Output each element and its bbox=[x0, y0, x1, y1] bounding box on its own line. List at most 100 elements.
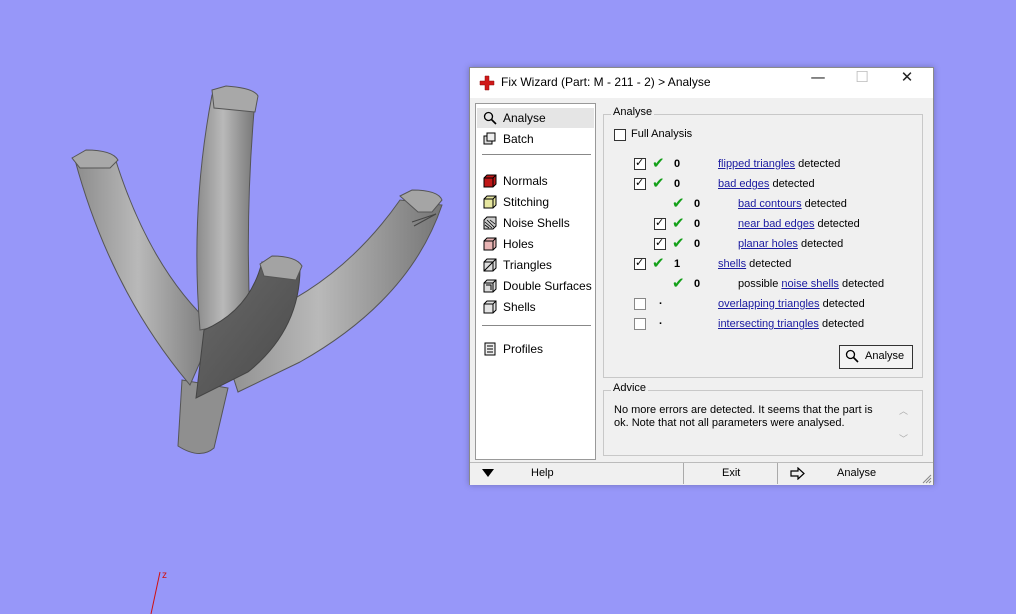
shells-cube-icon bbox=[483, 300, 497, 314]
row-count: 1 bbox=[674, 258, 681, 270]
sidebar-item-batch[interactable]: Batch bbox=[477, 129, 594, 149]
holes-cube-icon bbox=[483, 237, 497, 251]
full-analysis-checkbox[interactable] bbox=[614, 129, 626, 141]
exit-button[interactable]: Exit bbox=[683, 463, 777, 484]
row-count: . bbox=[659, 315, 663, 327]
check-icon: ✔ bbox=[652, 154, 665, 172]
row-flipped-triangles: flipped triangles detected bbox=[718, 158, 841, 170]
check-icon: ✔ bbox=[672, 274, 685, 292]
z-axis-label: z bbox=[162, 570, 167, 581]
sidebar-separator bbox=[482, 325, 591, 326]
planar-holes-checkbox[interactable] bbox=[654, 236, 666, 250]
title-bar[interactable]: Fix Wizard (Part: M - 211 - 2) > Analyse… bbox=[470, 68, 933, 98]
row-count: 0 bbox=[674, 178, 681, 190]
analyse-bottom-button[interactable]: Analyse bbox=[777, 463, 913, 484]
part-model bbox=[71, 85, 443, 454]
sidebar-item-label: Triangles bbox=[503, 258, 552, 272]
check-icon: ✔ bbox=[672, 214, 685, 232]
row-count: 0 bbox=[674, 158, 681, 170]
row-intersecting-triangles: intersecting triangles detected bbox=[718, 318, 865, 330]
window-title: Fix Wizard (Part: M - 211 - 2) > Analyse bbox=[501, 75, 711, 89]
sidebar: Analyse Batch Normals Stitching Noise Sh… bbox=[475, 103, 596, 460]
full-analysis-label: Full Analysis bbox=[631, 128, 693, 140]
sidebar-item-profiles[interactable]: Profiles bbox=[477, 339, 594, 359]
row-bad-edges: bad edges detected bbox=[718, 178, 815, 190]
fix-wizard-window: Fix Wizard (Part: M - 211 - 2) > Analyse… bbox=[469, 67, 934, 485]
row-planar-holes: planar holes detected bbox=[738, 238, 844, 250]
overlapping-triangles-link[interactable]: overlapping triangles bbox=[718, 298, 820, 310]
check-icon: ✔ bbox=[672, 194, 685, 212]
double-surfaces-icon bbox=[483, 279, 497, 293]
row-overlapping-triangles: overlapping triangles detected bbox=[718, 298, 865, 310]
resize-grip-icon[interactable] bbox=[922, 474, 932, 484]
z-axis bbox=[150, 571, 161, 614]
intersecting-triangles-checkbox[interactable] bbox=[634, 318, 646, 330]
advice-legend: Advice bbox=[611, 382, 649, 394]
sidebar-item-stitching[interactable]: Stitching bbox=[477, 192, 594, 212]
near-bad-edges-checkbox[interactable] bbox=[654, 216, 666, 230]
row-noise-shells: possible noise shells detected bbox=[738, 278, 885, 290]
sidebar-item-label: Profiles bbox=[503, 342, 544, 356]
row-count: 0 bbox=[694, 278, 701, 290]
analyse-bottom-label: Analyse bbox=[837, 467, 877, 479]
advice-group: Advice No more errors are detected. It s… bbox=[603, 382, 923, 456]
row-count: 0 bbox=[694, 238, 701, 250]
analyse-button-label: Analyse bbox=[865, 350, 905, 362]
maximize-button[interactable]: ☐ bbox=[840, 68, 884, 98]
sidebar-item-label: Holes bbox=[503, 237, 534, 251]
bad-contours-link[interactable]: bad contours bbox=[738, 198, 802, 210]
sidebar-item-noise-shells[interactable]: Noise Shells bbox=[477, 213, 594, 233]
scroll-down-arrow-icon[interactable]: ﹀ bbox=[899, 432, 908, 445]
scroll-up-arrow-icon[interactable]: ︿ bbox=[899, 404, 908, 417]
sidebar-item-triangles[interactable]: Triangles bbox=[477, 255, 594, 275]
row-shells: shells detected bbox=[718, 258, 792, 270]
exit-label: Exit bbox=[722, 467, 741, 479]
normals-cube-icon bbox=[483, 174, 497, 188]
row-count: . bbox=[659, 295, 663, 307]
sidebar-item-label: Normals bbox=[503, 174, 548, 188]
analyse-button[interactable]: Analyse bbox=[839, 345, 913, 369]
bad-edges-checkbox[interactable] bbox=[634, 176, 646, 190]
check-icon: ✔ bbox=[652, 254, 665, 272]
flipped-triangles-checkbox[interactable] bbox=[634, 156, 646, 170]
sidebar-item-label: Shells bbox=[503, 300, 536, 314]
red-cross-icon bbox=[479, 75, 495, 91]
analyse-legend: Analyse bbox=[611, 106, 655, 118]
profiles-icon bbox=[484, 342, 496, 356]
sidebar-item-label: Double Surfaces bbox=[503, 279, 592, 293]
row-count: 0 bbox=[694, 218, 701, 230]
triangle-down-icon bbox=[482, 469, 494, 477]
stitching-cube-icon bbox=[483, 195, 497, 209]
help-button[interactable]: Help bbox=[470, 463, 594, 484]
sidebar-item-normals[interactable]: Normals bbox=[477, 171, 594, 191]
shells-link[interactable]: shells bbox=[718, 258, 746, 270]
triangles-cube-icon bbox=[483, 258, 497, 272]
noise-shells-link[interactable]: noise shells bbox=[781, 278, 838, 290]
sidebar-item-double-surfaces[interactable]: Double Surfaces bbox=[477, 276, 594, 296]
check-icon: ✔ bbox=[652, 174, 665, 192]
minimize-button[interactable]: — bbox=[796, 68, 840, 98]
sidebar-item-label: Stitching bbox=[503, 195, 550, 209]
sidebar-item-label: Batch bbox=[503, 132, 534, 146]
close-button[interactable]: ✕ bbox=[885, 68, 929, 98]
magnifier-icon bbox=[483, 111, 497, 125]
row-count: 0 bbox=[694, 198, 701, 210]
sidebar-item-label: Noise Shells bbox=[503, 216, 570, 230]
intersecting-triangles-link[interactable]: intersecting triangles bbox=[718, 318, 819, 330]
shells-checkbox[interactable] bbox=[634, 256, 646, 270]
sidebar-item-analyse[interactable]: Analyse bbox=[477, 108, 594, 128]
near-bad-edges-link[interactable]: near bad edges bbox=[738, 218, 814, 230]
sidebar-item-label: Analyse bbox=[503, 111, 546, 125]
check-icon: ✔ bbox=[672, 234, 685, 252]
planar-holes-link[interactable]: planar holes bbox=[738, 238, 798, 250]
row-bad-contours: bad contours detected bbox=[738, 198, 847, 210]
overlapping-triangles-checkbox[interactable] bbox=[634, 298, 646, 310]
flipped-triangles-link[interactable]: flipped triangles bbox=[718, 158, 795, 170]
batch-icon bbox=[483, 132, 496, 145]
sidebar-item-shells[interactable]: Shells bbox=[477, 297, 594, 317]
row-near-bad-edges: near bad edges detected bbox=[738, 218, 860, 230]
magnifier-icon bbox=[845, 349, 859, 363]
bad-edges-link[interactable]: bad edges bbox=[718, 178, 769, 190]
advice-text: No more errors are detected. It seems th… bbox=[614, 404, 873, 429]
sidebar-item-holes[interactable]: Holes bbox=[477, 234, 594, 254]
